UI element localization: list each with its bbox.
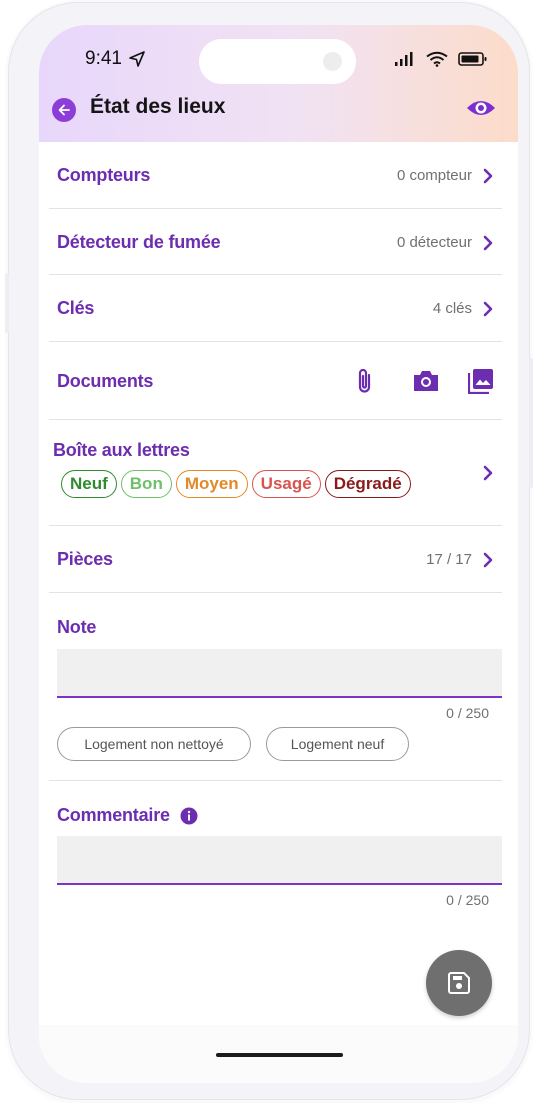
image-icon[interactable] bbox=[468, 368, 494, 394]
commentaire-counter: 0 / 250 bbox=[446, 892, 489, 908]
save-icon bbox=[448, 972, 470, 994]
commentaire-input[interactable] bbox=[57, 836, 502, 885]
back-button[interactable] bbox=[52, 98, 76, 122]
state-chip-degrade[interactable]: Dégradé bbox=[324, 470, 411, 498]
state-chip-moyen[interactable]: Moyen bbox=[175, 470, 248, 498]
suggestion-chips: Logement non nettoyé Logement neuf bbox=[57, 727, 502, 761]
camera-icon[interactable] bbox=[412, 369, 440, 393]
row-label: Compteurs bbox=[57, 165, 151, 185]
row-value: 0 compteur bbox=[396, 167, 472, 184]
row-compteurs[interactable]: Compteurs 0 compteur bbox=[49, 142, 502, 209]
row-label: Boîte aux lettres bbox=[53, 440, 190, 460]
eye-icon bbox=[467, 101, 495, 115]
screen: 9:41 État des lieux Compteurs 0 compteur… bbox=[39, 25, 518, 1083]
signal-icon bbox=[395, 52, 413, 66]
state-chip-group: Neuf Bon Moyen Usagé Dégradé bbox=[61, 470, 411, 498]
row-detecteur[interactable]: Détecteur de fumée 0 détecteur bbox=[49, 209, 502, 275]
row-documents: Documents bbox=[49, 342, 502, 420]
save-button[interactable] bbox=[426, 950, 492, 1016]
app-header: 9:41 État des lieux bbox=[39, 25, 518, 142]
content: Compteurs 0 compteur Détecteur de fumée … bbox=[49, 142, 502, 921]
suggestion-chip[interactable]: Logement non nettoyé bbox=[57, 727, 251, 761]
dynamic-island bbox=[199, 39, 356, 84]
chevron-right-icon bbox=[483, 235, 493, 251]
status-time: 9:41 bbox=[85, 48, 146, 70]
paperclip-icon[interactable] bbox=[355, 367, 375, 395]
state-chip-usage[interactable]: Usagé bbox=[251, 470, 321, 498]
row-value: 4 clés bbox=[432, 300, 472, 317]
home-indicator bbox=[216, 1053, 343, 1057]
state-chip-neuf[interactable]: Neuf bbox=[61, 470, 117, 498]
battery-icon bbox=[458, 52, 487, 66]
commentaire-label: Commentaire bbox=[57, 805, 198, 826]
commentaire-label-text: Commentaire bbox=[57, 805, 170, 825]
state-chip-bon[interactable]: Bon bbox=[120, 470, 172, 498]
commentaire-section: Commentaire 0 / 250 bbox=[49, 781, 502, 921]
phone-frame: 9:41 État des lieux Compteurs 0 compteur… bbox=[5, 2, 533, 1100]
location-arrow-icon bbox=[129, 51, 145, 67]
row-boite-aux-lettres: Boîte aux lettres Neuf Bon Moyen Usagé D… bbox=[49, 420, 502, 526]
note-counter: 0 / 250 bbox=[446, 705, 489, 721]
time-label: 9:41 bbox=[85, 48, 122, 69]
arrow-left-icon bbox=[58, 104, 70, 116]
suggestion-chip[interactable]: Logement neuf bbox=[266, 727, 409, 761]
chevron-right-icon bbox=[483, 168, 493, 184]
side-button bbox=[529, 358, 533, 488]
row-cles[interactable]: Clés 4 clés bbox=[49, 275, 502, 342]
row-pieces[interactable]: Pièces 17 / 17 bbox=[49, 526, 502, 593]
chevron-right-icon bbox=[483, 552, 493, 568]
preview-button[interactable] bbox=[466, 97, 496, 124]
chevron-right-icon bbox=[483, 301, 493, 317]
camera-dot bbox=[323, 52, 342, 71]
row-label: Détecteur de fumée bbox=[57, 232, 221, 252]
info-icon[interactable] bbox=[180, 807, 198, 825]
row-value: 0 détecteur bbox=[396, 234, 472, 251]
chevron-right-icon[interactable] bbox=[482, 465, 494, 481]
page-title: État des lieux bbox=[90, 95, 226, 118]
wifi-icon bbox=[426, 51, 448, 67]
row-value: 17 / 17 bbox=[426, 551, 472, 568]
nav-bar: État des lieux bbox=[39, 93, 518, 133]
status-icons bbox=[394, 51, 488, 67]
row-label: Documents bbox=[57, 371, 154, 391]
row-label: Pièces bbox=[57, 549, 113, 569]
row-label: Clés bbox=[57, 298, 95, 318]
side-button bbox=[5, 273, 9, 333]
note-input[interactable] bbox=[57, 649, 502, 698]
note-section: Note 0 / 250 Logement non nettoyé Logeme… bbox=[49, 593, 502, 781]
note-label: Note bbox=[57, 617, 97, 637]
